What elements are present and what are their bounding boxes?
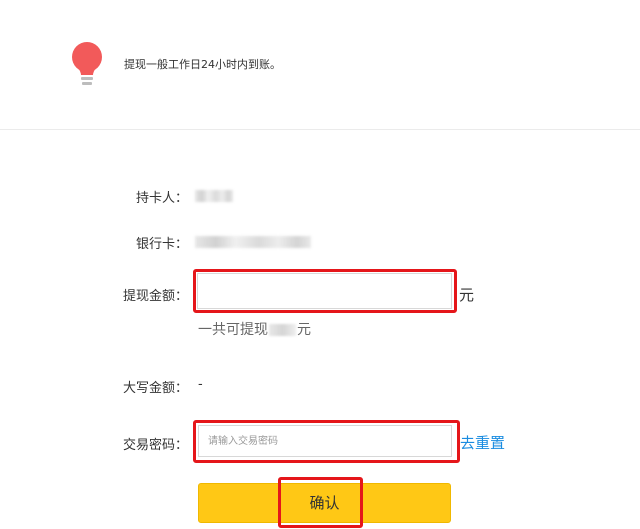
notice-text: 提现一般工作日24小时内到账。	[124, 58, 281, 71]
lightbulb-icon	[72, 42, 102, 85]
amount-unit: 元	[459, 286, 475, 304]
uppercase-amount-value: -	[198, 377, 203, 392]
highlight-frame-confirm	[278, 477, 363, 528]
reset-password-link[interactable]: 去重置	[460, 432, 505, 453]
cardholder-label: 持卡人：	[135, 191, 188, 206]
bank-card-value-redacted	[195, 236, 311, 248]
cardholder-value-redacted	[195, 190, 233, 202]
withdraw-page: 提现一般工作日24小时内到账。 持卡人： 银行卡： 提现金额： 元 一共可提现 元…	[0, 0, 640, 529]
trade-password-label: 交易密码：	[122, 438, 188, 453]
withdraw-amount-label: 提现金额：	[122, 289, 188, 304]
uppercase-amount-label: 大写金额：	[122, 381, 188, 396]
bank-card-label: 银行卡：	[135, 237, 188, 252]
available-amount-hint: 一共可提现 元	[198, 319, 311, 339]
highlight-frame-password	[193, 420, 460, 463]
available-suffix: 元	[297, 322, 311, 338]
available-value-redacted	[269, 324, 296, 336]
highlight-frame-amount	[193, 269, 457, 313]
available-prefix: 一共可提现	[198, 322, 268, 338]
notice-bar: 提现一般工作日24小时内到账。	[0, 0, 640, 130]
